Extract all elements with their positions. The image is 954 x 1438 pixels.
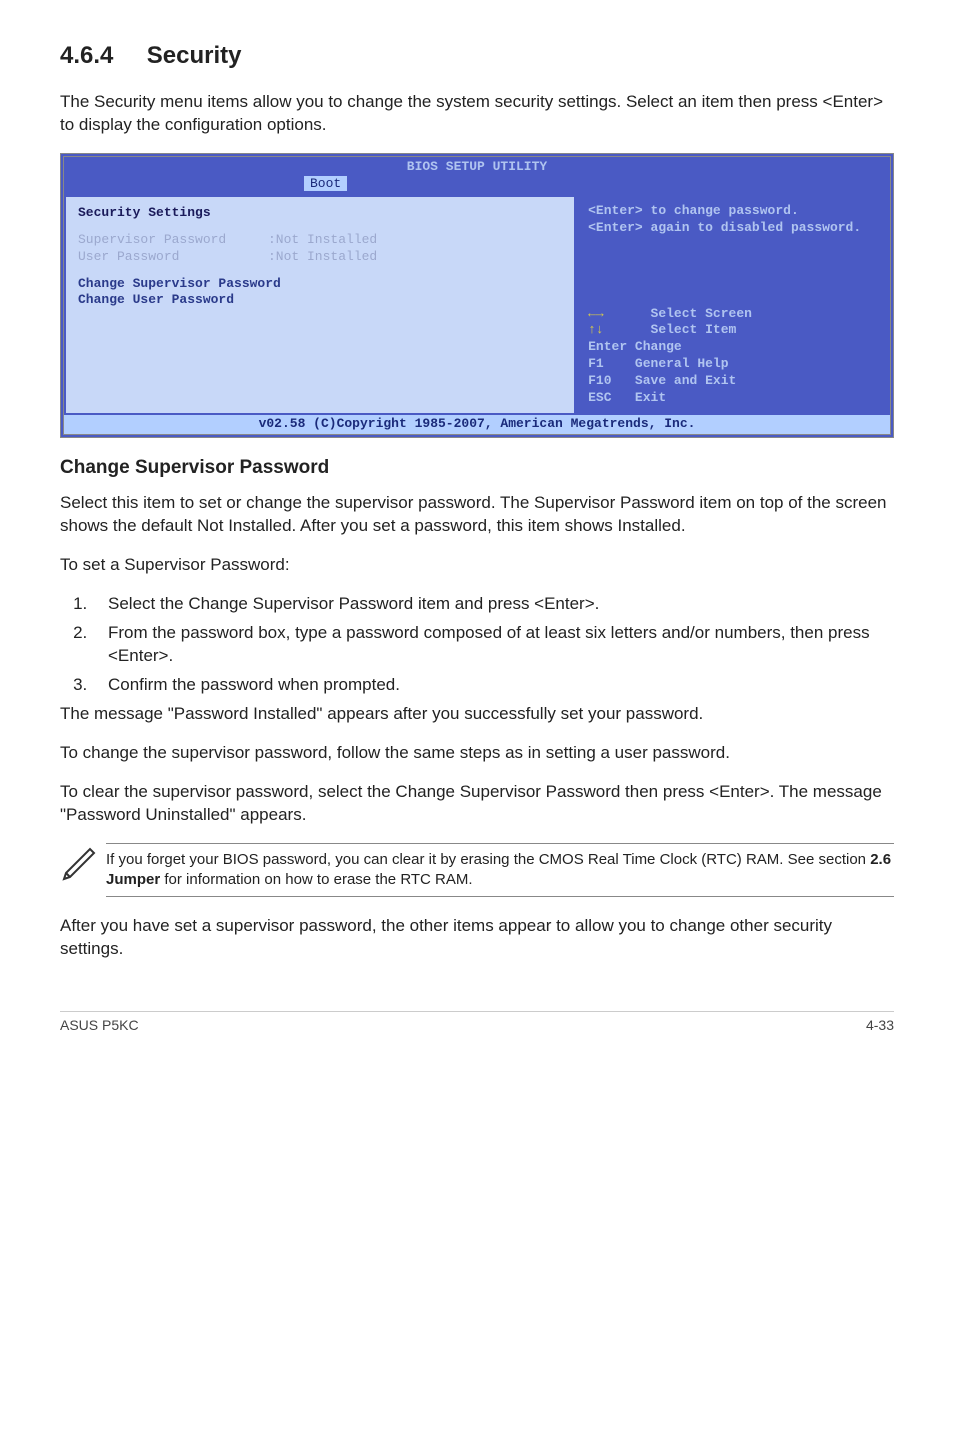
arrows-icon: ←→	[588, 306, 604, 321]
bios-help-line1: <Enter> to change password.	[588, 203, 878, 220]
nav-select-screen: ←→ Select Screen	[588, 306, 878, 323]
intro-paragraph: The Security menu items allow you to cha…	[60, 91, 894, 137]
csp-step3: Confirm the password when prompted.	[92, 674, 894, 697]
footer-right: 4-33	[866, 1016, 894, 1034]
bios-right-pane: <Enter> to change password. <Enter> agai…	[576, 195, 890, 415]
csp-step2: From the password box, type a password c…	[92, 622, 894, 668]
nav-select-item: ↑↓ Select Item	[588, 322, 878, 339]
bios-copyright: v02.58 (C)Copyright 1985-2007, American …	[64, 415, 890, 434]
bios-nav-keys: ←→ Select Screen ↑↓ Select Item Enter Ch…	[588, 306, 878, 407]
section-number: 4.6.4	[60, 42, 113, 69]
page-footer: ASUS P5KC 4-33	[60, 1011, 894, 1034]
bios-left-pane: Security Settings Supervisor Password :N…	[64, 195, 576, 415]
user-password-label: User Password	[78, 249, 268, 266]
supervisor-password-value: :Not Installed	[268, 232, 377, 249]
nav-f10: F10 Save and Exit	[588, 373, 878, 390]
csp-para1: Select this item to set or change the su…	[60, 492, 894, 538]
nav-enter: Enter Change	[588, 339, 878, 356]
note-callout: If you forget your BIOS password, you ca…	[60, 843, 894, 898]
bios-tab-boot: Boot	[304, 176, 347, 191]
security-settings-heading: Security Settings	[78, 205, 562, 222]
change-user-password-item: Change User Password	[78, 292, 562, 309]
bios-screenshot: BIOS SETUP UTILITY Boot Security Setting…	[60, 153, 894, 438]
bios-help-line2: <Enter> again to disabled password.	[588, 220, 878, 237]
csp-para2: To set a Supervisor Password:	[60, 554, 894, 577]
bios-title: BIOS SETUP UTILITY	[64, 157, 890, 176]
change-supervisor-password-item: Change Supervisor Password	[78, 276, 562, 293]
user-password-row: User Password :Not Installed	[78, 249, 562, 266]
bios-tab-row: Boot	[64, 176, 890, 193]
footer-left: ASUS P5KC	[60, 1016, 139, 1034]
supervisor-password-row: Supervisor Password :Not Installed	[78, 232, 562, 249]
nav-esc: ESC Exit	[588, 390, 878, 407]
csp-para4: To change the supervisor password, follo…	[60, 742, 894, 765]
pencil-note-icon	[60, 843, 106, 890]
csp-steps: Select the Change Supervisor Password it…	[64, 593, 894, 697]
updown-icon: ↑↓	[588, 322, 604, 337]
csp-para5: To clear the supervisor password, select…	[60, 781, 894, 827]
section-title: Security	[147, 42, 242, 69]
after-note-paragraph: After you have set a supervisor password…	[60, 915, 894, 961]
change-supervisor-heading: Change Supervisor Password	[60, 456, 894, 481]
csp-para3: The message "Password Installed" appears…	[60, 703, 894, 726]
user-password-value: :Not Installed	[268, 249, 377, 266]
bios-help-text: <Enter> to change password. <Enter> agai…	[588, 203, 878, 237]
section-heading: 4.6.4 Security	[60, 40, 894, 71]
csp-step1: Select the Change Supervisor Password it…	[92, 593, 894, 616]
note-body: If you forget your BIOS password, you ca…	[106, 843, 894, 898]
nav-f1: F1 General Help	[588, 356, 878, 373]
supervisor-password-label: Supervisor Password	[78, 232, 268, 249]
